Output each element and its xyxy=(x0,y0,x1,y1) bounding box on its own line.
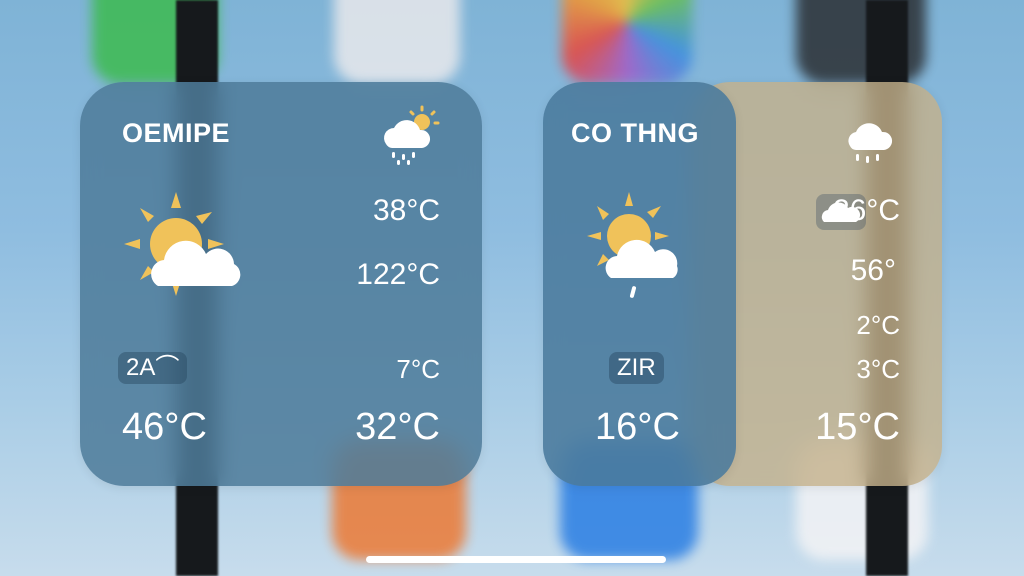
city-name: OEMIPE xyxy=(122,118,231,148)
main-temperature: 16°C xyxy=(595,406,680,448)
status-badge: 2A⌒ xyxy=(118,352,188,384)
status-badge: ZIR xyxy=(609,352,664,384)
temperature-3: 2°C xyxy=(856,310,900,340)
sun-behind-cloud-icon xyxy=(120,186,252,311)
calendar-app-icon xyxy=(334,0,460,84)
temperature-4: 32°C xyxy=(355,406,440,448)
weather-widget-co-thng[interactable]: CO THNG ZIR 16°C xyxy=(543,82,736,486)
temperature-1: 38°C xyxy=(372,194,440,227)
sun-cloud-rain-icon xyxy=(581,192,701,317)
home-indicator[interactable] xyxy=(366,556,666,563)
photos-app-icon xyxy=(562,0,692,84)
city-name: CO THNG xyxy=(571,118,699,148)
temperature-1: 26°C xyxy=(832,194,900,227)
temperature-3: 7°C xyxy=(396,354,440,384)
temperature-2: 122°C xyxy=(356,258,440,291)
rain-cloud-sun-icon xyxy=(378,104,442,171)
rain-cloud-icon xyxy=(844,118,896,171)
main-temperature: 46°C xyxy=(122,406,207,448)
weather-widget-oemipe[interactable]: OEMIPE 38°C 122°C 2A⌒ 7°C 46°C 32°C xyxy=(80,82,482,486)
temperature-5: 15°C xyxy=(815,406,900,448)
temperature-4: 3°C xyxy=(856,354,900,384)
temperature-2: 56° xyxy=(850,254,896,287)
